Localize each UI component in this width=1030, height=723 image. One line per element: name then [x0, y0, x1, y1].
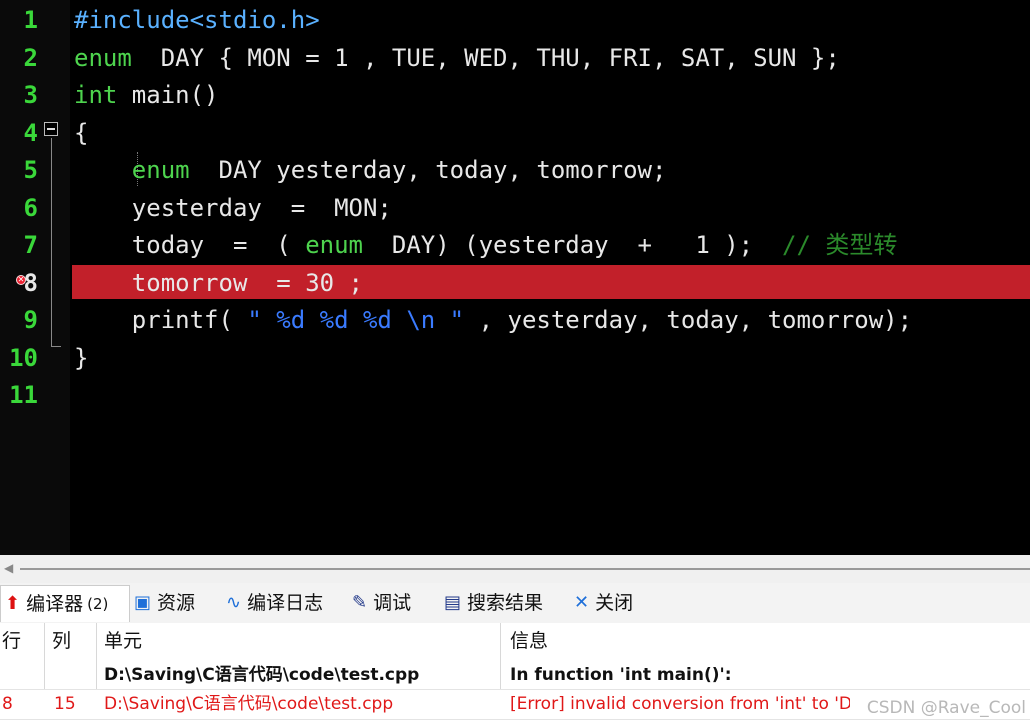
- fold-toggle-icon[interactable]: [44, 122, 58, 136]
- code-line[interactable]: enum DAY { MON = 1 , TUE, WED, THU, FRI,…: [74, 40, 840, 77]
- code-line[interactable]: today = ( enum DAY) (yesterday + 1 ); //…: [74, 227, 898, 264]
- code-line[interactable]: }: [74, 340, 88, 377]
- close-icon: ✕: [574, 592, 590, 613]
- col-header-unit[interactable]: 单元: [104, 623, 142, 659]
- code-token: DAY yesterday, today, tomorrow;: [189, 156, 667, 184]
- watermark: CSDN @Rave_Cool: [866, 698, 1026, 718]
- line-number: 1: [23, 6, 38, 34]
- tab-debug[interactable]: ✎ 调试: [352, 587, 411, 619]
- code-token: DAY) (yesterday + 1 );: [362, 231, 783, 259]
- code-token: " %d %d %d \n ": [247, 306, 465, 334]
- code-line[interactable]: int main(): [74, 77, 219, 114]
- bottom-panel-tabs: ⬆ 编译器 (2) ▣ 资源 ∿ 编译日志 ✎ 调试 ▤ 搜索结果 ✕ 关闭: [0, 583, 1030, 624]
- line-number: 4: [23, 118, 38, 147]
- horizontal-scrollbar[interactable]: ◀: [0, 555, 1030, 583]
- scroll-left-icon[interactable]: ◀: [4, 561, 13, 575]
- col-header-info[interactable]: 信息: [510, 623, 548, 659]
- search-results-icon: ▤: [444, 592, 462, 613]
- line-number: 7: [23, 231, 38, 259]
- code-token: #include<stdio.h>: [74, 6, 320, 34]
- code-token: enum: [74, 43, 132, 72]
- tab-resources[interactable]: ▣ 资源: [134, 587, 195, 619]
- code-token: tomorrow = 30 ;: [74, 268, 363, 297]
- code-token: today = (: [74, 231, 306, 259]
- cell-info: In function 'int main()':: [510, 665, 732, 685]
- cell-unit: D:\Saving\C语言代码\code\test.cpp: [104, 665, 420, 685]
- scroll-track[interactable]: [20, 568, 1030, 570]
- tab-label: 编译日志: [247, 592, 324, 614]
- code-token: enum: [305, 231, 363, 259]
- code-token: DAY { MON = 1 , TUE, WED, THU, FRI, SAT,…: [131, 43, 840, 72]
- code-token: }: [74, 343, 89, 372]
- tab-label: 调试: [373, 592, 412, 614]
- code-token: main(): [117, 81, 219, 109]
- code-token: // 类型转: [782, 231, 898, 259]
- code-line[interactable]: printf( " %d %d %d \n " , yesterday, tod…: [74, 302, 912, 339]
- code-line[interactable]: tomorrow = 30 ;: [74, 265, 363, 302]
- code-line[interactable]: yesterday = MON;: [74, 190, 392, 227]
- tab-compile-log[interactable]: ∿ 编译日志: [226, 587, 323, 619]
- tab-label: 编译器: [26, 593, 84, 615]
- fold-line: [51, 138, 52, 346]
- line-number: 3: [23, 81, 38, 109]
- tab-label: 资源: [157, 592, 196, 614]
- line-number-gutter: 1 2 3 4 5 6 7 8 9 10 11: [0, 0, 70, 555]
- code-token: yesterday = MON;: [74, 193, 392, 222]
- line-number: 2: [23, 43, 38, 72]
- compiler-icon: ⬆: [5, 593, 21, 614]
- code-token: , yesterday, today, tomorrow);: [464, 306, 913, 334]
- line-number: 9: [23, 306, 38, 334]
- code-line[interactable]: {: [74, 115, 88, 152]
- code-token: {: [74, 118, 89, 147]
- cell-unit: D:\Saving\C语言代码\code\test.cpp: [104, 694, 394, 714]
- tab-label: 关闭: [595, 592, 634, 614]
- tab-close[interactable]: ✕ 关闭: [574, 587, 633, 619]
- line-number: 5: [23, 156, 38, 184]
- code-token: printf(: [74, 306, 248, 334]
- col-header-line[interactable]: 行: [2, 623, 21, 659]
- line-number: 11: [9, 381, 38, 409]
- cell-info: [Error] invalid conversion from 'int' to…: [510, 694, 850, 714]
- compile-log-icon: ∿: [226, 592, 242, 613]
- tab-label: 搜索结果: [467, 592, 544, 614]
- result-row[interactable]: D:\Saving\C语言代码\code\test.cpp In functio…: [0, 660, 1030, 690]
- error-marker-icon: ✕: [16, 275, 26, 285]
- debug-icon: ✎: [352, 592, 368, 613]
- line-number: 6: [23, 193, 38, 222]
- compiler-results-table: 行 列 单元 信息 D:\Saving\C语言代码\code\test.cpp …: [0, 623, 1030, 723]
- fold-end: [51, 346, 61, 347]
- code-line[interactable]: enum DAY yesterday, today, tomorrow;: [74, 152, 667, 189]
- code-token: enum: [131, 156, 190, 184]
- tab-search-results[interactable]: ▤ 搜索结果: [444, 587, 543, 619]
- resources-icon: ▣: [134, 592, 152, 613]
- cell-col: 15: [54, 694, 76, 714]
- cell-line: 8: [2, 694, 13, 714]
- col-header-col[interactable]: 列: [52, 623, 71, 659]
- code-token: int: [74, 81, 118, 109]
- code-editor[interactable]: 1 2 3 4 5 6 7 8 9 10 11 ✕ #include<stdio.h> enum DA…: [0, 0, 1030, 555]
- code-line[interactable]: #include<stdio.h>: [74, 2, 320, 39]
- line-number: 10: [9, 343, 38, 372]
- tab-badge: (2): [87, 595, 109, 613]
- tab-compiler[interactable]: ⬆ 编译器 (2): [0, 585, 130, 622]
